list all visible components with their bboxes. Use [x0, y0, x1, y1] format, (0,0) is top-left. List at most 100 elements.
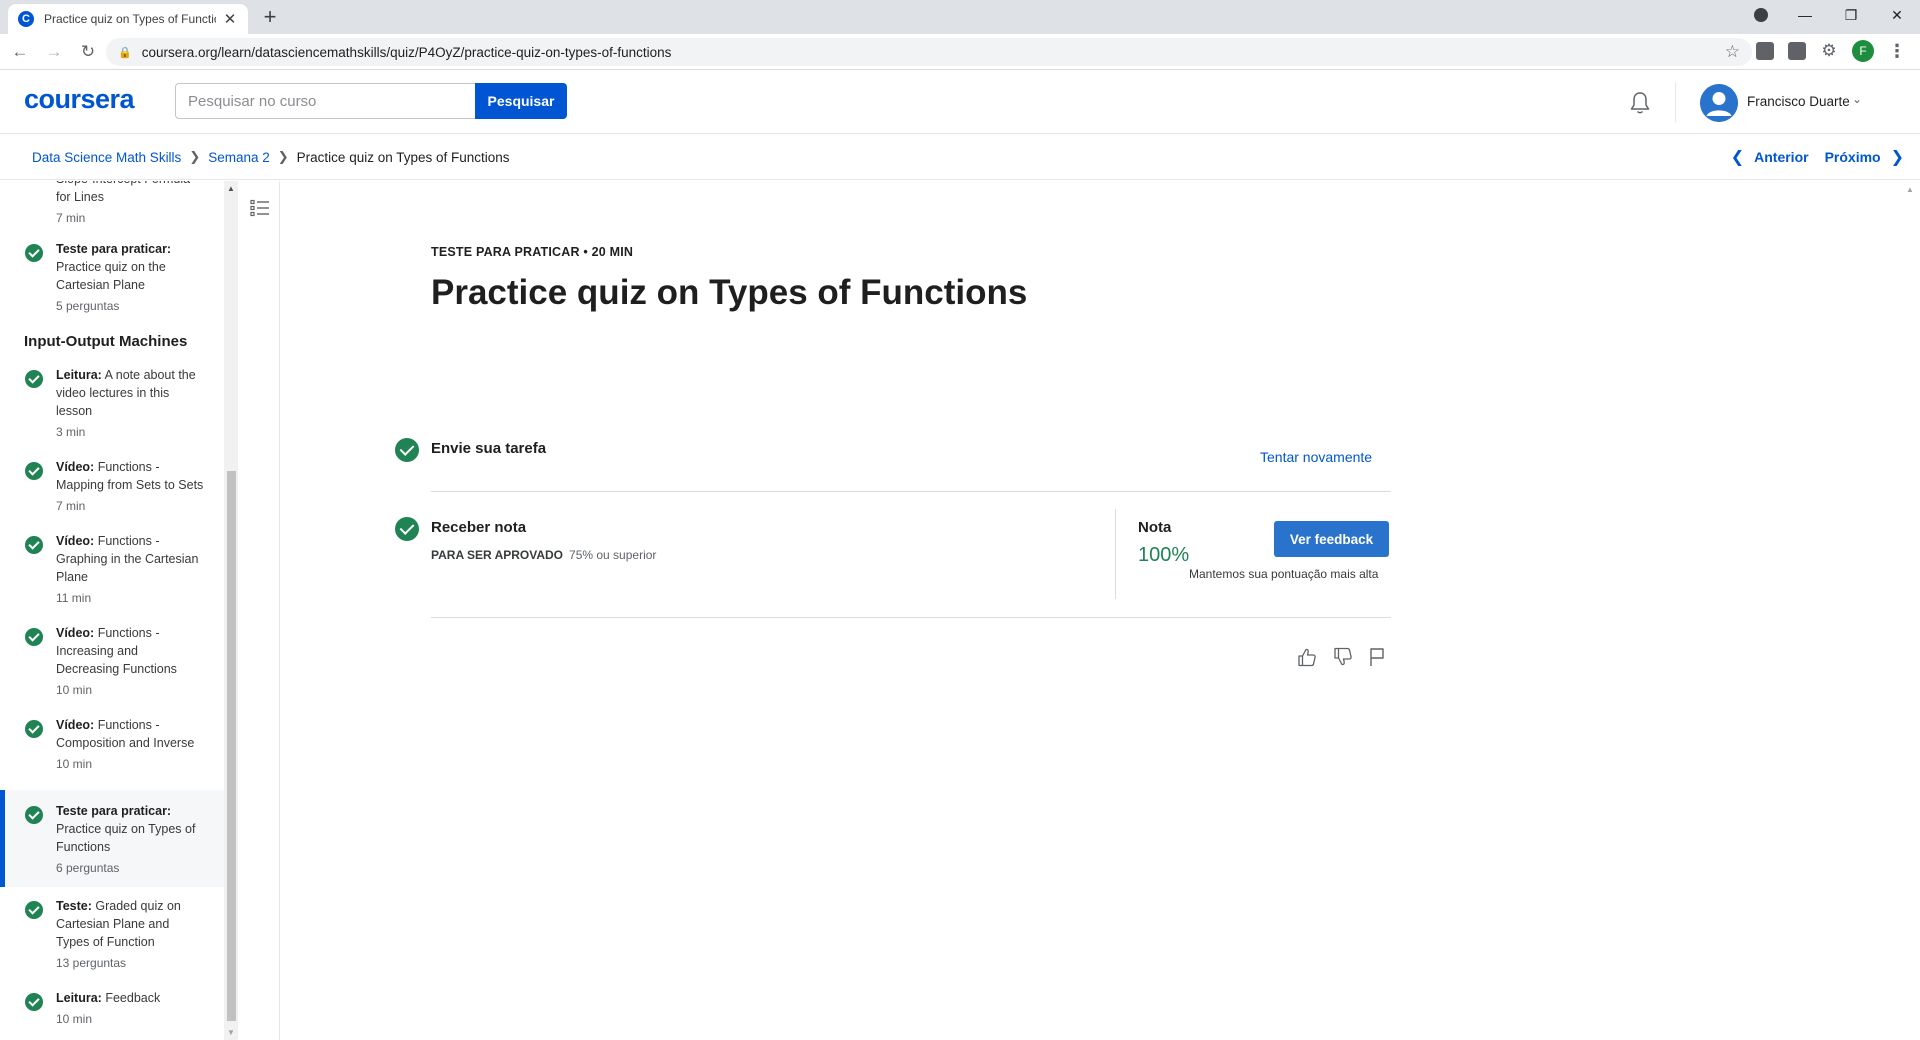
sidebar-item[interactable]: Vídeo: Functions - Increasing and Decrea…: [0, 624, 224, 699]
browser-tab[interactable]: C Practice quiz on Types of Functions | …: [8, 4, 248, 34]
sidebar-scrollbar[interactable]: ▲ ▼: [224, 181, 238, 1040]
scroll-up-arrow-icon[interactable]: ▲: [227, 184, 235, 193]
lock-icon[interactable]: 🔒: [118, 46, 132, 59]
sidebar-item-label: Teste para praticar: Practice quiz on th…: [56, 242, 172, 292]
url-text[interactable]: coursera.org/learn/datasciencemathskills…: [142, 45, 1725, 60]
omnibox[interactable]: 🔒 coursera.org/learn/datasciencemathskil…: [106, 38, 1752, 66]
pass-requirement-value: 75% ou superior: [569, 548, 657, 562]
extension-icon[interactable]: [1788, 42, 1806, 60]
sidebar-item-meta: 13 perguntas: [56, 956, 127, 970]
next-button[interactable]: Próximo ❯: [1825, 147, 1904, 167]
breadcrumb-week[interactable]: Semana 2: [208, 150, 270, 165]
more-menu-icon[interactable]: ⋮: [1888, 41, 1906, 62]
divider: [1115, 509, 1116, 599]
sidebar-item[interactable]: Vídeo: Functions - Composition and Inver…: [0, 716, 224, 773]
thumbs-up-icon[interactable]: [1296, 646, 1318, 668]
grade-value: 100%: [1138, 544, 1190, 566]
scrollbar-thumb[interactable]: [227, 471, 236, 1021]
sidebar-item-label: Teste: Graded quiz on Cartesian Plane an…: [56, 899, 181, 949]
chevron-right-icon: ❯: [189, 149, 201, 164]
minimize-icon[interactable]: —: [1782, 7, 1828, 23]
user-name[interactable]: Francisco Duarte: [1747, 94, 1850, 109]
item-type-duration: TESTE PARA PRATICAR • 20 MIN: [431, 245, 634, 259]
breadcrumb-bar: Data Science Math Skills ❯ Semana 2 ❯ Pr…: [0, 134, 1920, 180]
notification-bell-icon[interactable]: [1628, 90, 1652, 116]
address-bar: ← → ↻ 🔒 coursera.org/learn/datasciencema…: [0, 34, 1920, 70]
receive-grade-label: Receber nota: [431, 519, 527, 536]
puzzle-icon[interactable]: ⚙: [1820, 42, 1838, 60]
close-tab-icon[interactable]: ✕: [222, 10, 238, 28]
main-content: TESTE PARA PRATICAR • 20 MIN Practice qu…: [281, 181, 1901, 1040]
divider: [431, 617, 1391, 618]
close-window-icon[interactable]: ✕: [1874, 7, 1920, 24]
window-controls: — ❐ ✕: [1740, 0, 1920, 30]
tab-title: Practice quiz on Types of Functions | Co…: [44, 12, 216, 26]
sidebar-item[interactable]: Vídeo: Functions - Graphing in the Carte…: [0, 532, 224, 607]
completed-check-icon: [25, 806, 43, 824]
sidebar-item-label: Leitura: A note about the video lectures…: [56, 368, 196, 418]
pass-requirement-label: PARA SER APROVADO: [431, 548, 564, 562]
view-feedback-button[interactable]: Ver feedback: [1274, 521, 1389, 557]
restore-icon[interactable]: ❐: [1828, 7, 1874, 24]
bookmark-star-icon[interactable]: ☆: [1725, 42, 1740, 62]
completed-check-icon: [25, 370, 43, 388]
chevron-right-icon: ❯: [277, 149, 289, 164]
completed-check-icon: [395, 517, 419, 541]
coursera-favicon-icon: C: [18, 11, 34, 27]
thumbs-down-icon[interactable]: [1332, 646, 1354, 668]
sidebar-item-meta: 6 perguntas: [56, 861, 120, 875]
next-label: Próximo: [1824, 149, 1881, 165]
sidebar-item[interactable]: Teste: Graded quiz on Cartesian Plane an…: [0, 897, 224, 972]
browser-tab-bar: C Practice quiz on Types of Functions | …: [0, 0, 1920, 34]
breadcrumb: Data Science Math Skills ❯ Semana 2 ❯ Pr…: [32, 149, 510, 165]
chevron-down-icon[interactable]: ⌄: [1852, 92, 1862, 106]
coursera-logo[interactable]: coursera: [24, 84, 135, 115]
forward-icon[interactable]: →: [40, 38, 68, 66]
breadcrumb-course[interactable]: Data Science Math Skills: [32, 150, 181, 165]
previous-button[interactable]: ❮ Anterior: [1731, 147, 1809, 167]
sidebar-item[interactable]: Leitura: Feedback 10 min: [0, 989, 224, 1028]
prev-next-nav: ❮ Anterior Próximo ❯: [1731, 147, 1904, 167]
completed-check-icon: [25, 462, 43, 480]
sidebar-item-meta: 7 min: [56, 499, 86, 513]
sidebar-item-meta: 10 min: [56, 757, 93, 771]
completed-check-icon: [25, 993, 43, 1011]
extension-icon[interactable]: [1756, 42, 1774, 60]
sidebar-item-meta: 10 min: [56, 1012, 93, 1026]
sidebar-item-meta: 11 min: [56, 591, 92, 605]
sidebar-item-meta: 5 perguntas: [56, 299, 120, 313]
main-scrollbar[interactable]: ▲: [1901, 181, 1920, 1040]
completed-check-icon: [25, 720, 43, 738]
sidebar-item-label: Vídeo: Functions - Graphing in the Carte…: [56, 534, 199, 584]
new-tab-button[interactable]: +: [258, 5, 282, 29]
completed-check-icon: [25, 901, 43, 919]
scroll-down-arrow-icon[interactable]: ▼: [227, 1028, 235, 1037]
pass-requirement: PARA SER APROVADO 75% ou superior: [431, 548, 656, 562]
chevron-left-icon: ❮: [1730, 149, 1745, 166]
profile-avatar[interactable]: F: [1852, 40, 1874, 62]
flag-icon[interactable]: [1366, 646, 1388, 668]
previous-label: Anterior: [1754, 149, 1809, 165]
user-avatar-icon[interactable]: [1700, 84, 1738, 122]
search-input[interactable]: [175, 83, 475, 119]
retry-link[interactable]: Tentar novamente: [1260, 449, 1372, 465]
sidebar-item[interactable]: Teste para praticar: Practice quiz on th…: [0, 240, 224, 315]
table-of-contents-icon[interactable]: [250, 199, 270, 217]
sidebar-item[interactable]: Leitura: A note about the video lectures…: [0, 366, 224, 441]
reload-icon[interactable]: ↻: [74, 38, 102, 66]
sidebar-item[interactable]: Vídeo: Functions - Mapping from Sets to …: [0, 458, 224, 515]
grade-label: Nota: [1138, 519, 1172, 536]
back-icon[interactable]: ←: [6, 38, 34, 66]
sidebar-section-heading: Input-Output Machines: [24, 333, 188, 350]
search-button[interactable]: Pesquisar: [475, 83, 567, 119]
sidebar-item-meta: 10 min: [56, 683, 93, 697]
sidebar-item[interactable]: Slope-Intercept Formula for Lines 7 min: [0, 181, 224, 225]
breadcrumb-current: Practice quiz on Types of Functions: [296, 149, 510, 165]
completed-check-icon: [25, 628, 43, 646]
chrome-profile-icon[interactable]: [1754, 8, 1768, 22]
scroll-up-arrow-icon[interactable]: ▲: [1906, 185, 1914, 194]
sidebar-item-label: Teste para praticar: Practice quiz on Ty…: [56, 804, 196, 854]
completed-check-icon: [25, 244, 43, 262]
sidebar-item-label: Vídeo: Functions - Increasing and Decrea…: [56, 626, 177, 676]
sidebar-item-active[interactable]: Teste para praticar: Practice quiz on Ty…: [0, 790, 224, 887]
